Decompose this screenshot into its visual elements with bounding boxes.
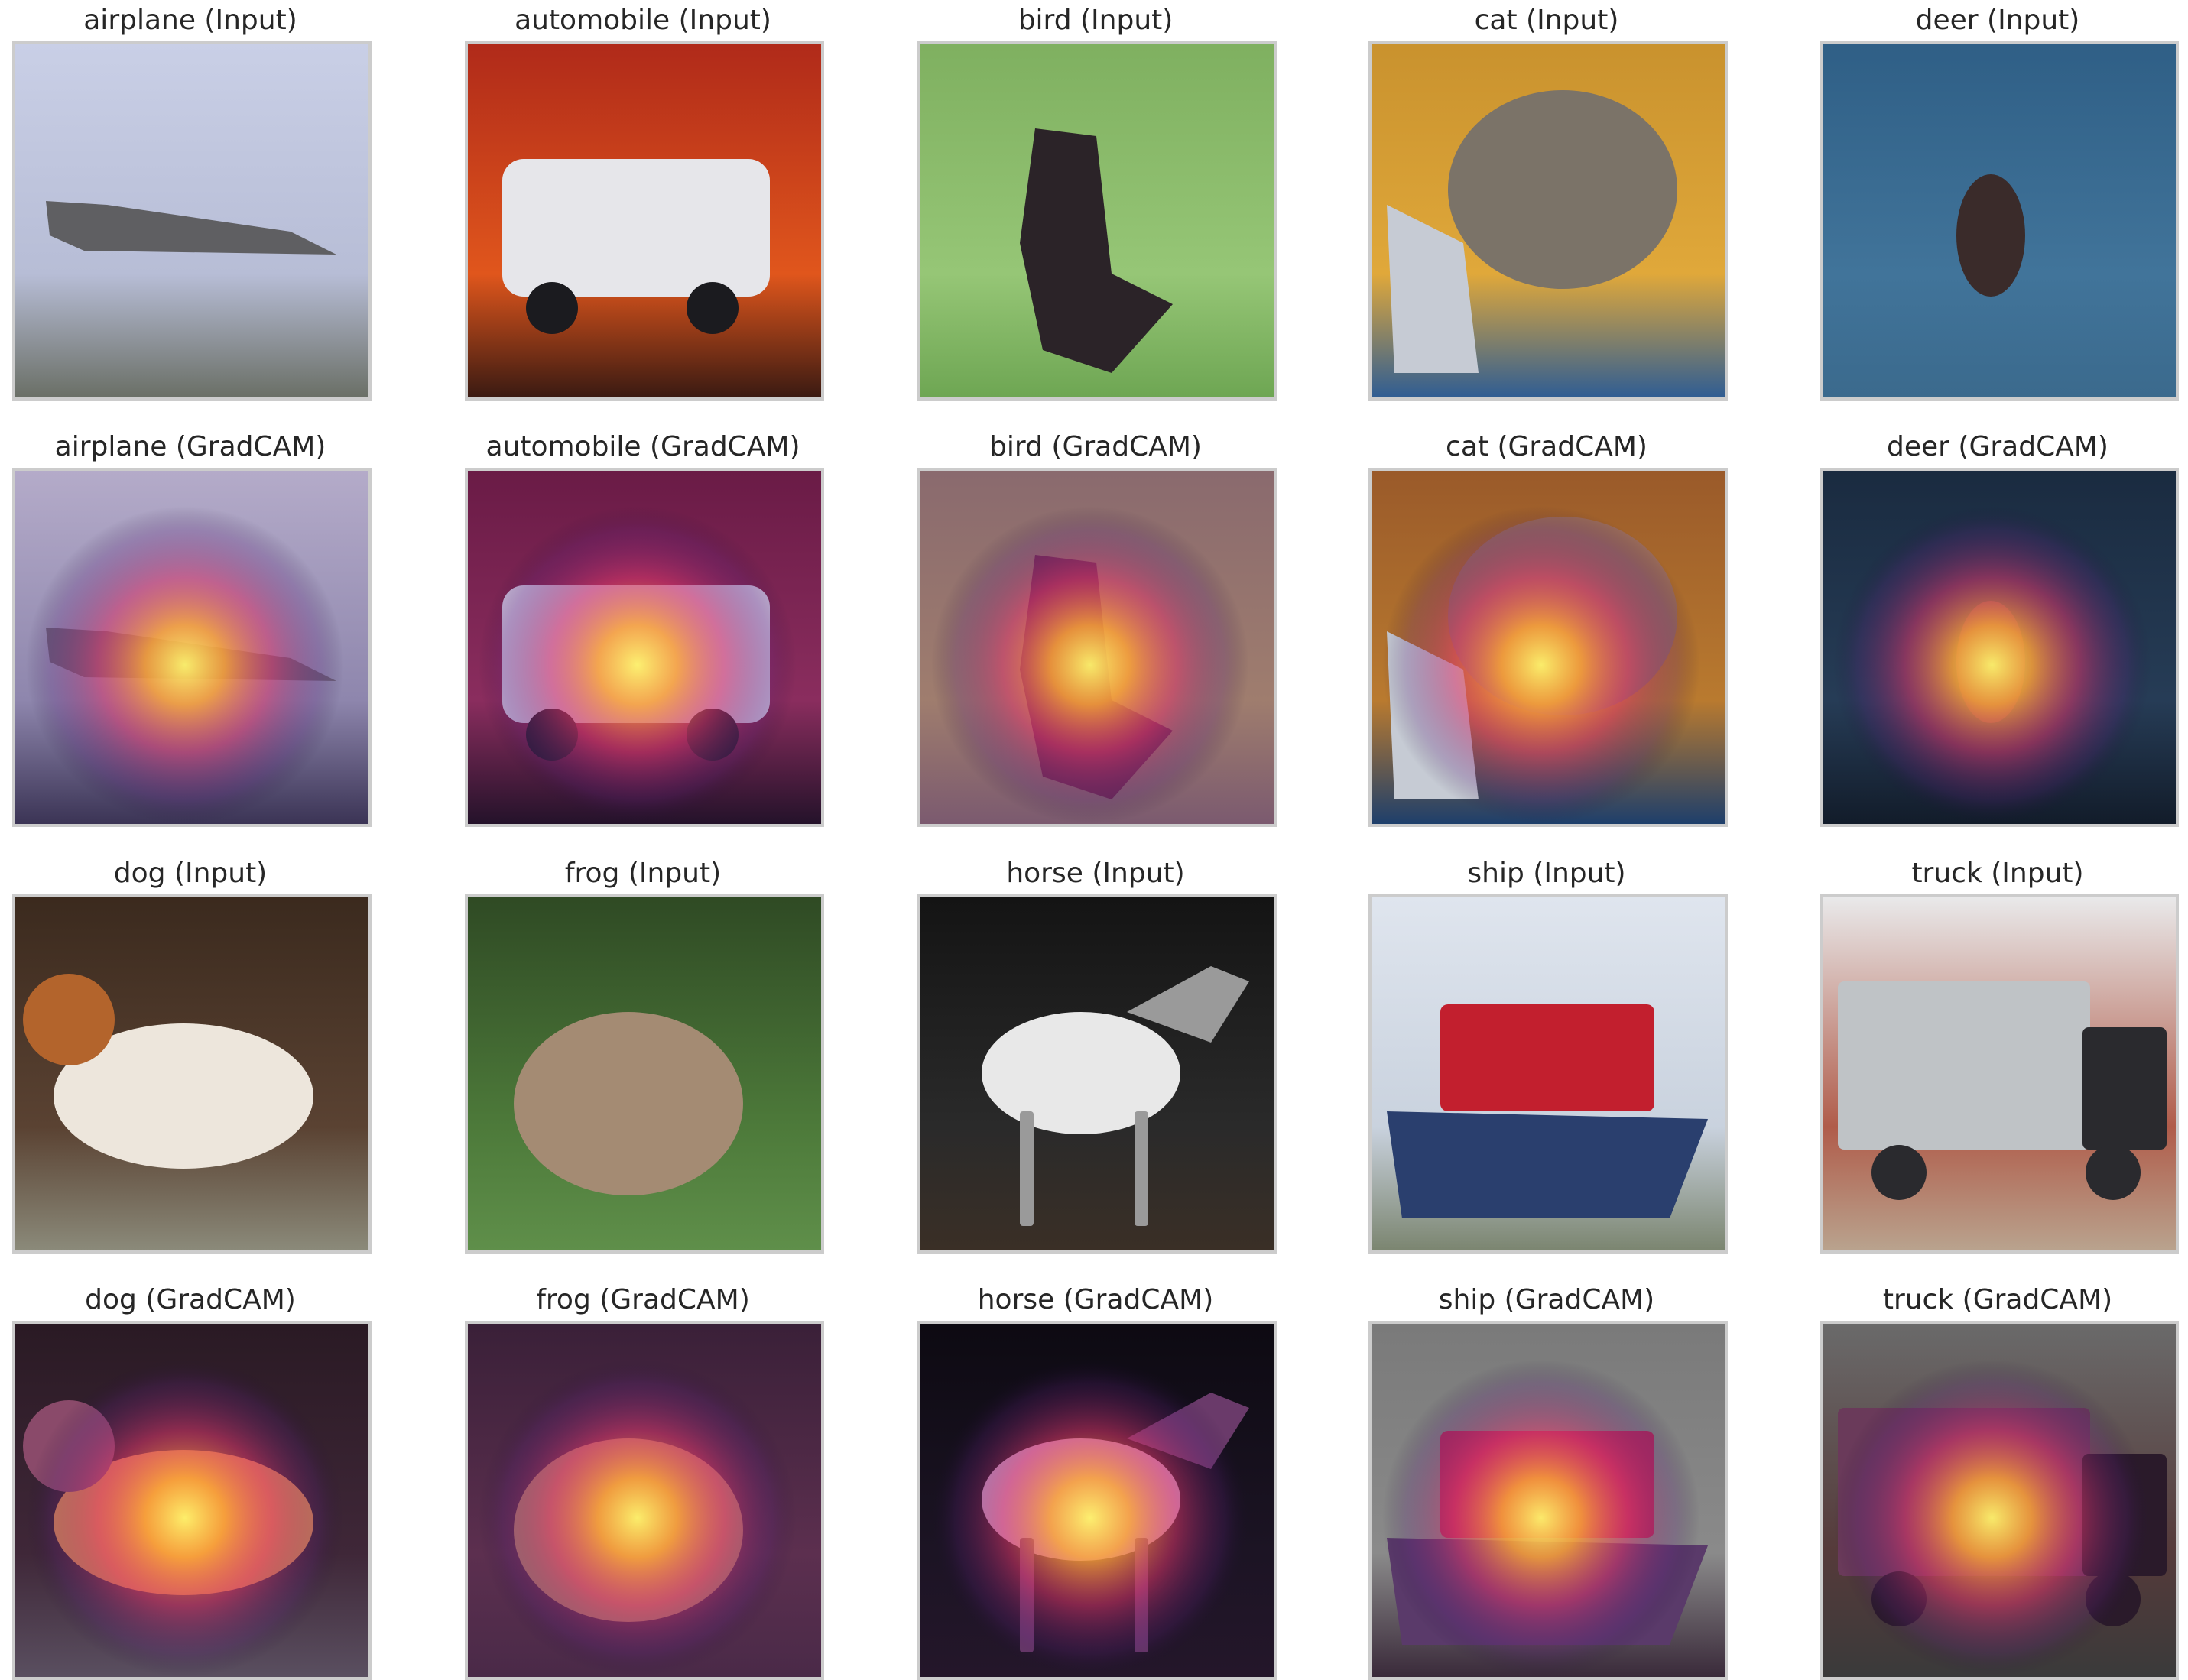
panel-title: ship (GradCAM): [1438, 1284, 1655, 1315]
panel-title: bird (Input): [1018, 5, 1174, 36]
panel-title: deer (Input): [1915, 5, 2080, 36]
image-frame: [917, 1321, 1277, 1680]
panel-image: [1823, 44, 2176, 397]
panel-title: automobile (Input): [515, 5, 771, 36]
automobile-shape: [526, 282, 578, 334]
panel-title: ship (Input): [1467, 858, 1626, 889]
panel-title: dog (Input): [113, 858, 268, 889]
panel-title: dog (GradCAM): [85, 1284, 296, 1315]
image-frame: [465, 1321, 824, 1680]
image-frame: [465, 41, 824, 401]
image-frame: [917, 468, 1277, 827]
gradcam-heatmap-overlay: [468, 1324, 821, 1677]
image-frame: [1368, 41, 1728, 401]
panel-title: truck (GradCAM): [1882, 1284, 2113, 1315]
image-grid: airplane (Input) automobile (Input) bird (…: [0, 0, 2188, 1680]
gradcam-heatmap-overlay: [1823, 471, 2176, 824]
panel-image: [1372, 471, 1725, 824]
panel-title: cat (Input): [1474, 5, 1619, 36]
image-frame: [12, 468, 372, 827]
panel-title: cat (GradCAM): [1446, 431, 1647, 462]
dog-shape: [23, 974, 115, 1065]
panel-image: [468, 44, 821, 397]
image-frame: [917, 894, 1277, 1254]
automobile-shape: [502, 159, 770, 297]
image-frame: [1820, 894, 2179, 1254]
image-frame: [1368, 894, 1728, 1254]
image-frame: [12, 1321, 372, 1680]
panel-image: [1372, 897, 1725, 1250]
panel-image: [15, 897, 368, 1250]
horse-shape: [982, 1012, 1180, 1134]
image-frame: [465, 468, 824, 827]
image-frame: [465, 894, 824, 1254]
truck-shape: [1838, 981, 2090, 1150]
panel-image: [920, 897, 1274, 1250]
ship-shape: [1387, 1111, 1708, 1218]
panel-image: [920, 471, 1274, 824]
panel-image: [1823, 471, 2176, 824]
gradcam-heatmap-overlay: [920, 471, 1274, 824]
image-frame: [1368, 468, 1728, 827]
panel-image: [468, 471, 821, 824]
panel-image: [1372, 1324, 1725, 1677]
panel-title: truck (Input): [1911, 858, 2084, 889]
image-frame: [12, 894, 372, 1254]
panel-title: airplane (Input): [83, 5, 297, 36]
panel-title: airplane (GradCAM): [54, 431, 326, 462]
image-frame: [1368, 1321, 1728, 1680]
panel-image: [468, 897, 821, 1250]
panel-title: horse (Input): [1006, 858, 1185, 889]
panel-title: frog (Input): [564, 858, 722, 889]
panel-title: frog (GradCAM): [536, 1284, 750, 1315]
gradcam-heatmap-overlay: [468, 471, 821, 824]
truck-shape: [1871, 1145, 1927, 1200]
panel-title: automobile (GradCAM): [485, 431, 800, 462]
gradcam-heatmap-overlay: [1372, 471, 1725, 824]
panel-image: [468, 1324, 821, 1677]
gradcam-heatmap-overlay: [15, 471, 368, 824]
panel-image: [15, 471, 368, 824]
horse-shape: [1020, 1111, 1034, 1226]
panel-image: [15, 1324, 368, 1677]
gradcam-heatmap-overlay: [1823, 1324, 2176, 1677]
image-frame: [12, 41, 372, 401]
automobile-shape: [687, 282, 739, 334]
gradcam-heatmap-overlay: [15, 1324, 368, 1677]
cat-shape: [1448, 90, 1677, 289]
panel-image: [1372, 44, 1725, 397]
gradcam-heatmap-overlay: [920, 1324, 1274, 1677]
panel-image: [1823, 1324, 2176, 1677]
deer-shape: [1956, 174, 2025, 297]
image-frame: [1820, 41, 2179, 401]
panel-image: [920, 1324, 1274, 1677]
panel-title: bird (GradCAM): [989, 431, 1202, 462]
gradcam-heatmap-overlay: [1372, 1324, 1725, 1677]
image-frame: [1820, 468, 2179, 827]
panel-image: [1823, 897, 2176, 1250]
truck-shape: [2086, 1145, 2141, 1200]
panel-title: horse (GradCAM): [977, 1284, 1214, 1315]
panel-title: deer (GradCAM): [1887, 431, 2108, 462]
image-frame: [917, 41, 1277, 401]
panel-image: [920, 44, 1274, 397]
image-frame: [1820, 1321, 2179, 1680]
panel-image: [15, 44, 368, 397]
horse-shape: [1135, 1111, 1148, 1226]
ship-shape: [1440, 1004, 1654, 1111]
truck-shape: [2082, 1027, 2167, 1150]
frog-shape: [514, 1012, 743, 1195]
